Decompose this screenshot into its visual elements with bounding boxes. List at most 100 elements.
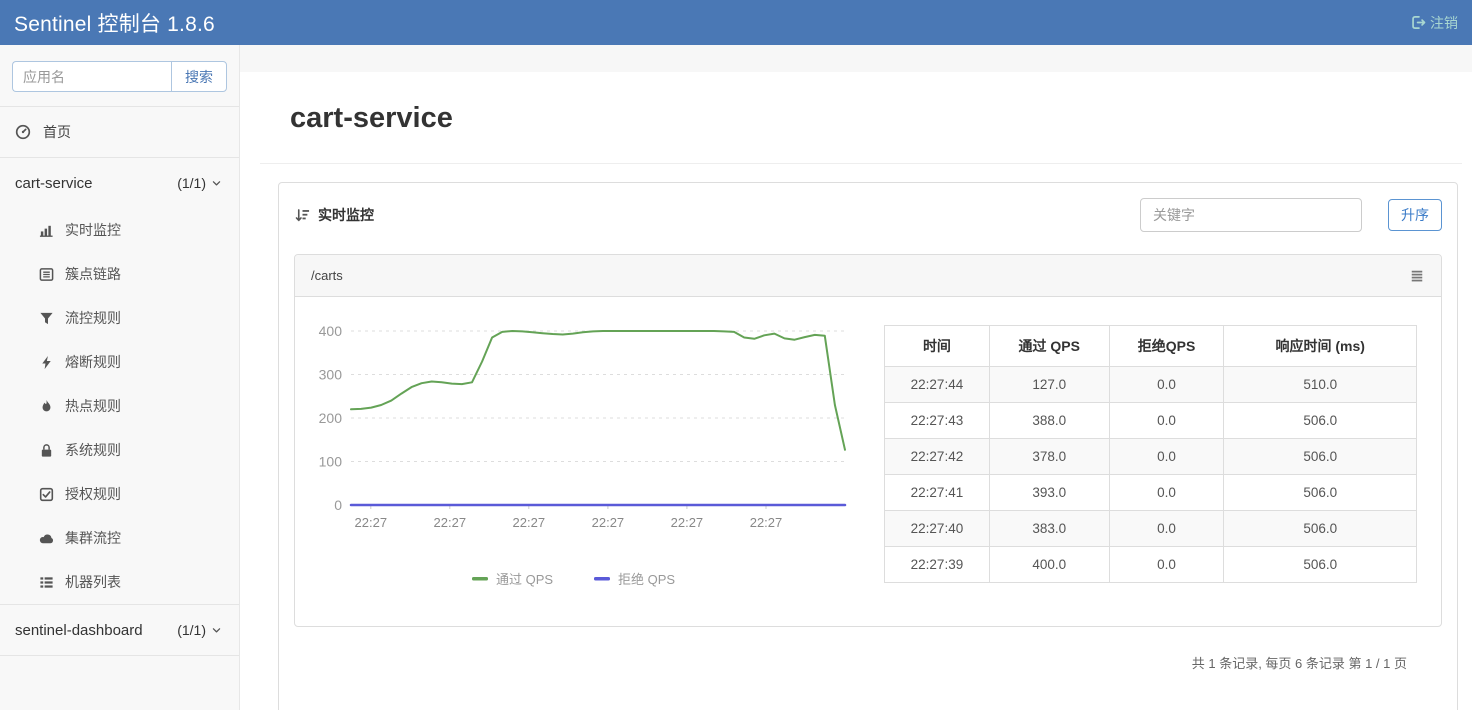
page-title: cart-service [290, 102, 453, 134]
table-row: 22:27:44 127.0 0.0 510.0 [884, 366, 1417, 403]
qps-chart: 0 100 200 300 400 22:27 22:27 22:27 22:27 22:27 22… [303, 311, 884, 614]
sidebar-app-cart-service[interactable]: cart-service (1/1) [0, 158, 239, 208]
sidebar-item-lock[interactable]: 系统规则 [0, 428, 239, 472]
table-cell: 22:27:41 [884, 474, 990, 511]
fire-icon [38, 399, 54, 414]
sentinel-console-page: Sentinel 控制台 1.8.6 注销 搜索 首页 cart-service… [0, 0, 1472, 710]
sort-asc-button[interactable]: 升序 [1388, 199, 1442, 231]
list-icon [38, 575, 54, 590]
bolt-icon [38, 355, 54, 370]
svg-text:22:27: 22:27 [671, 515, 704, 530]
main-content: cart-service 实时监控 升序 [240, 45, 1472, 710]
app-search-button[interactable]: 搜索 [171, 61, 227, 92]
sort-amount-icon [294, 208, 310, 223]
svg-text:22:27: 22:27 [592, 515, 625, 530]
table-row: 22:27:41 393.0 0.0 506.0 [884, 474, 1417, 511]
logout-button[interactable]: 注销 [1410, 13, 1458, 33]
chevron-down-icon [208, 625, 224, 636]
table-cell: 510.0 [1223, 366, 1417, 403]
svg-text:22:27: 22:27 [355, 515, 388, 530]
keyword-input[interactable] [1140, 198, 1362, 232]
dashboard-icon [15, 124, 31, 140]
divider [260, 163, 1462, 164]
table-header: 通过 QPS [988, 325, 1110, 367]
table-cell: 383.0 [988, 510, 1110, 547]
sidebar-item-cloud[interactable]: 集群流控 [0, 516, 239, 560]
svg-text:300: 300 [319, 367, 343, 383]
app-search-input[interactable] [12, 61, 171, 92]
divider [0, 655, 239, 656]
table-cell: 388.0 [988, 402, 1110, 439]
table-cell: 0.0 [1108, 438, 1225, 475]
sidebar-app-sentinel-dashboard[interactable]: sentinel-dashboard (1/1) [0, 605, 239, 655]
sidebar-item-list[interactable]: 机器列表 [0, 560, 239, 604]
table-cell: 0.0 [1108, 366, 1225, 403]
table-cell: 0.0 [1108, 474, 1225, 511]
svg-text:0: 0 [334, 497, 342, 513]
svg-text:22:27: 22:27 [434, 515, 467, 530]
table-header: 响应时间 (ms) [1223, 325, 1417, 367]
sidebar-item-fire[interactable]: 热点规则 [0, 384, 239, 428]
svg-text:通过 QPS: 通过 QPS [496, 572, 553, 587]
table-row: 22:27:39 400.0 0.0 506.0 [884, 546, 1417, 583]
sidebar-item-label: 热点规则 [65, 398, 121, 414]
sidebar-item-check-square[interactable]: 授权规则 [0, 472, 239, 516]
sidebar-item-filter[interactable]: 流控规则 [0, 296, 239, 340]
bar-chart-icon [38, 223, 54, 238]
table-cell: 22:27:42 [884, 438, 990, 475]
table-cell: 506.0 [1223, 438, 1417, 475]
app-machine-count: (1/1) [177, 622, 206, 638]
justify-icon[interactable] [1409, 269, 1425, 283]
table-cell: 393.0 [988, 474, 1110, 511]
table-cell: 506.0 [1223, 546, 1417, 583]
sidebar-item-bar-chart[interactable]: 实时监控 [0, 208, 239, 252]
sidebar-item-label: 授权规则 [65, 486, 121, 502]
list-alt-icon [38, 267, 54, 282]
metrics-table: 时间 通过 QPS 拒绝QPS 响应时间 (ms) 22:27:44 127.0 0.0 5… [884, 325, 1417, 583]
check-square-icon [38, 487, 54, 502]
table-cell: 506.0 [1223, 510, 1417, 547]
panel-title: 实时监控 [318, 207, 374, 223]
table-row: 22:27:43 388.0 0.0 506.0 [884, 402, 1417, 439]
sidebar-item-label: 系统规则 [65, 442, 121, 458]
sidebar-item-label: 首页 [43, 124, 71, 140]
table-cell: 378.0 [988, 438, 1110, 475]
sidebar-item-bolt[interactable]: 熔断规则 [0, 340, 239, 384]
app-search-group: 搜索 [12, 61, 227, 92]
table-cell: 22:27:40 [884, 510, 990, 547]
sidebar-item-label: 簇点链路 [65, 266, 121, 282]
sidebar-item-list-alt[interactable]: 簇点链路 [0, 252, 239, 296]
app-name: sentinel-dashboard [15, 621, 143, 639]
svg-text:200: 200 [319, 410, 343, 426]
realtime-monitor-panel: 实时监控 升序 /carts 0 100 200 300 [278, 182, 1458, 710]
sidebar: 搜索 首页 cart-service (1/1) 实时监控簇点链路流控规则熔断规… [0, 45, 240, 710]
pagination-info: 共 1 条记录, 每页 6 条记录 第 1 / 1 页 [1191, 656, 1407, 671]
table-header: 时间 [884, 325, 990, 367]
table-cell: 22:27:43 [884, 402, 990, 439]
table-header: 拒绝QPS [1108, 325, 1225, 367]
table-cell: 400.0 [988, 546, 1110, 583]
table-cell: 0.0 [1108, 546, 1225, 583]
table-cell: 22:27:44 [884, 366, 990, 403]
app-header: Sentinel 控制台 1.8.6 注销 [0, 0, 1472, 45]
sidebar-item-label: 实时监控 [65, 222, 121, 238]
lock-icon [38, 443, 54, 458]
svg-text:拒绝 QPS: 拒绝 QPS [618, 572, 675, 587]
filter-icon [38, 311, 54, 326]
sidebar-item-home[interactable]: 首页 [0, 107, 239, 157]
svg-text:400: 400 [319, 323, 343, 339]
table-cell: 127.0 [988, 366, 1110, 403]
sidebar-item-label: 熔断规则 [65, 354, 121, 370]
table-cell: 0.0 [1108, 402, 1225, 439]
table-row: 22:27:40 383.0 0.0 506.0 [884, 510, 1417, 547]
resource-card: /carts 0 100 200 300 400 22:27 22:27 22:27 22:27… [294, 254, 1442, 627]
cloud-icon [38, 531, 54, 546]
logout-label: 注销 [1430, 14, 1458, 31]
svg-text:22:27: 22:27 [513, 515, 546, 530]
app-title[interactable]: Sentinel 控制台 1.8.6 [14, 8, 215, 38]
app-machine-count: (1/1) [177, 175, 206, 191]
table-cell: 0.0 [1108, 510, 1225, 547]
resource-name: /carts [311, 268, 343, 283]
table-cell: 22:27:39 [884, 546, 990, 583]
sidebar-item-label: 机器列表 [65, 574, 121, 590]
